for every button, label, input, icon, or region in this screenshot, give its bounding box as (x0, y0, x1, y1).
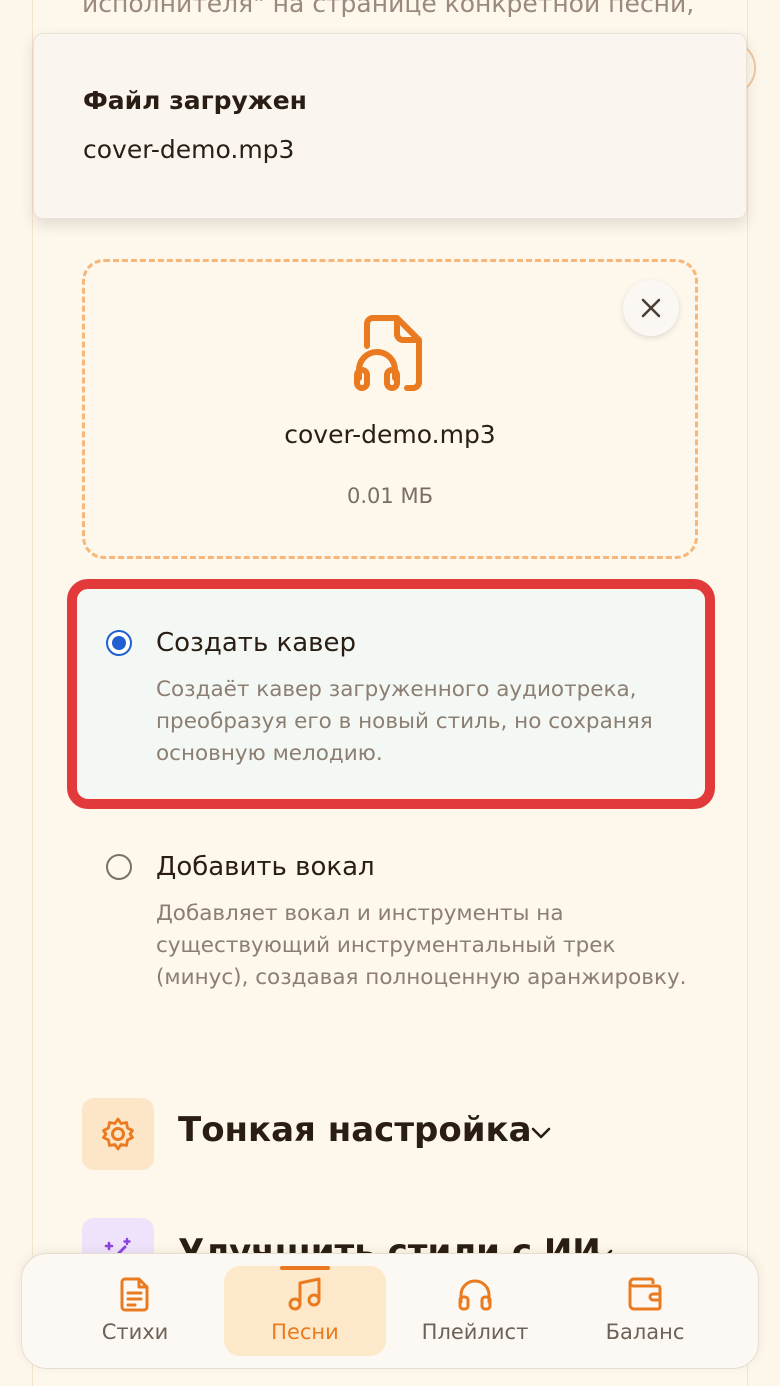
bottom-navigation: Стихи Песни Плейлист Баланс (21, 1253, 759, 1369)
nav-item-playlist[interactable]: Плейлист (394, 1266, 556, 1356)
section-title: Тонкая настройка (178, 1110, 532, 1150)
nav-label: Баланс (605, 1320, 685, 1344)
nav-item-balance[interactable]: Баланс (564, 1266, 726, 1356)
option-description: Добавляет вокал и инструменты на существ… (156, 901, 687, 990)
option-title: Добавить вокал (156, 852, 375, 882)
wallet-icon (628, 1277, 662, 1311)
nav-label: Стихи (101, 1320, 169, 1344)
audio-file-icon (354, 315, 422, 391)
radio-create-cover[interactable] (106, 630, 132, 656)
nav-item-lyrics[interactable]: Стихи (54, 1266, 216, 1356)
file-name: cover-demo.mp3 (284, 420, 496, 449)
uploaded-file-box: cover-demo.mp3 0.01 МБ (82, 259, 698, 559)
upload-toast: Файл загружен cover-demo.mp3 (33, 33, 747, 219)
music-note-icon (288, 1277, 321, 1311)
active-indicator (280, 1266, 330, 1270)
nav-item-songs[interactable]: Песни (224, 1266, 386, 1356)
document-icon (120, 1277, 149, 1312)
section-fine-tuning[interactable]: Тонкая настройка (82, 1098, 702, 1170)
option-add-vocal[interactable]: Добавить вокал Добавляет вокал и инструм… (78, 830, 704, 1040)
file-size: 0.01 МБ (347, 484, 433, 508)
option-description: Создаёт кавер загруженного аудиотрека, п… (156, 677, 653, 766)
radio-add-vocal[interactable] (106, 854, 132, 880)
previous-text-line: исполнителя" на странице конкретной песн… (82, 0, 695, 18)
section-icon-tile (82, 1098, 154, 1170)
remove-file-button[interactable] (623, 280, 679, 336)
gear-icon (102, 1117, 134, 1151)
nav-label: Плейлист (421, 1320, 529, 1344)
headphones-icon (458, 1279, 492, 1311)
chevron-down-icon (531, 1127, 551, 1139)
option-create-cover[interactable]: Создать кавер Создаёт кавер загруженного… (67, 579, 715, 809)
option-title: Создать кавер (156, 628, 356, 658)
close-icon (641, 298, 661, 318)
nav-label: Песни (271, 1320, 339, 1344)
toast-title: Файл загружен (83, 86, 307, 115)
toast-message: cover-demo.mp3 (83, 135, 295, 164)
